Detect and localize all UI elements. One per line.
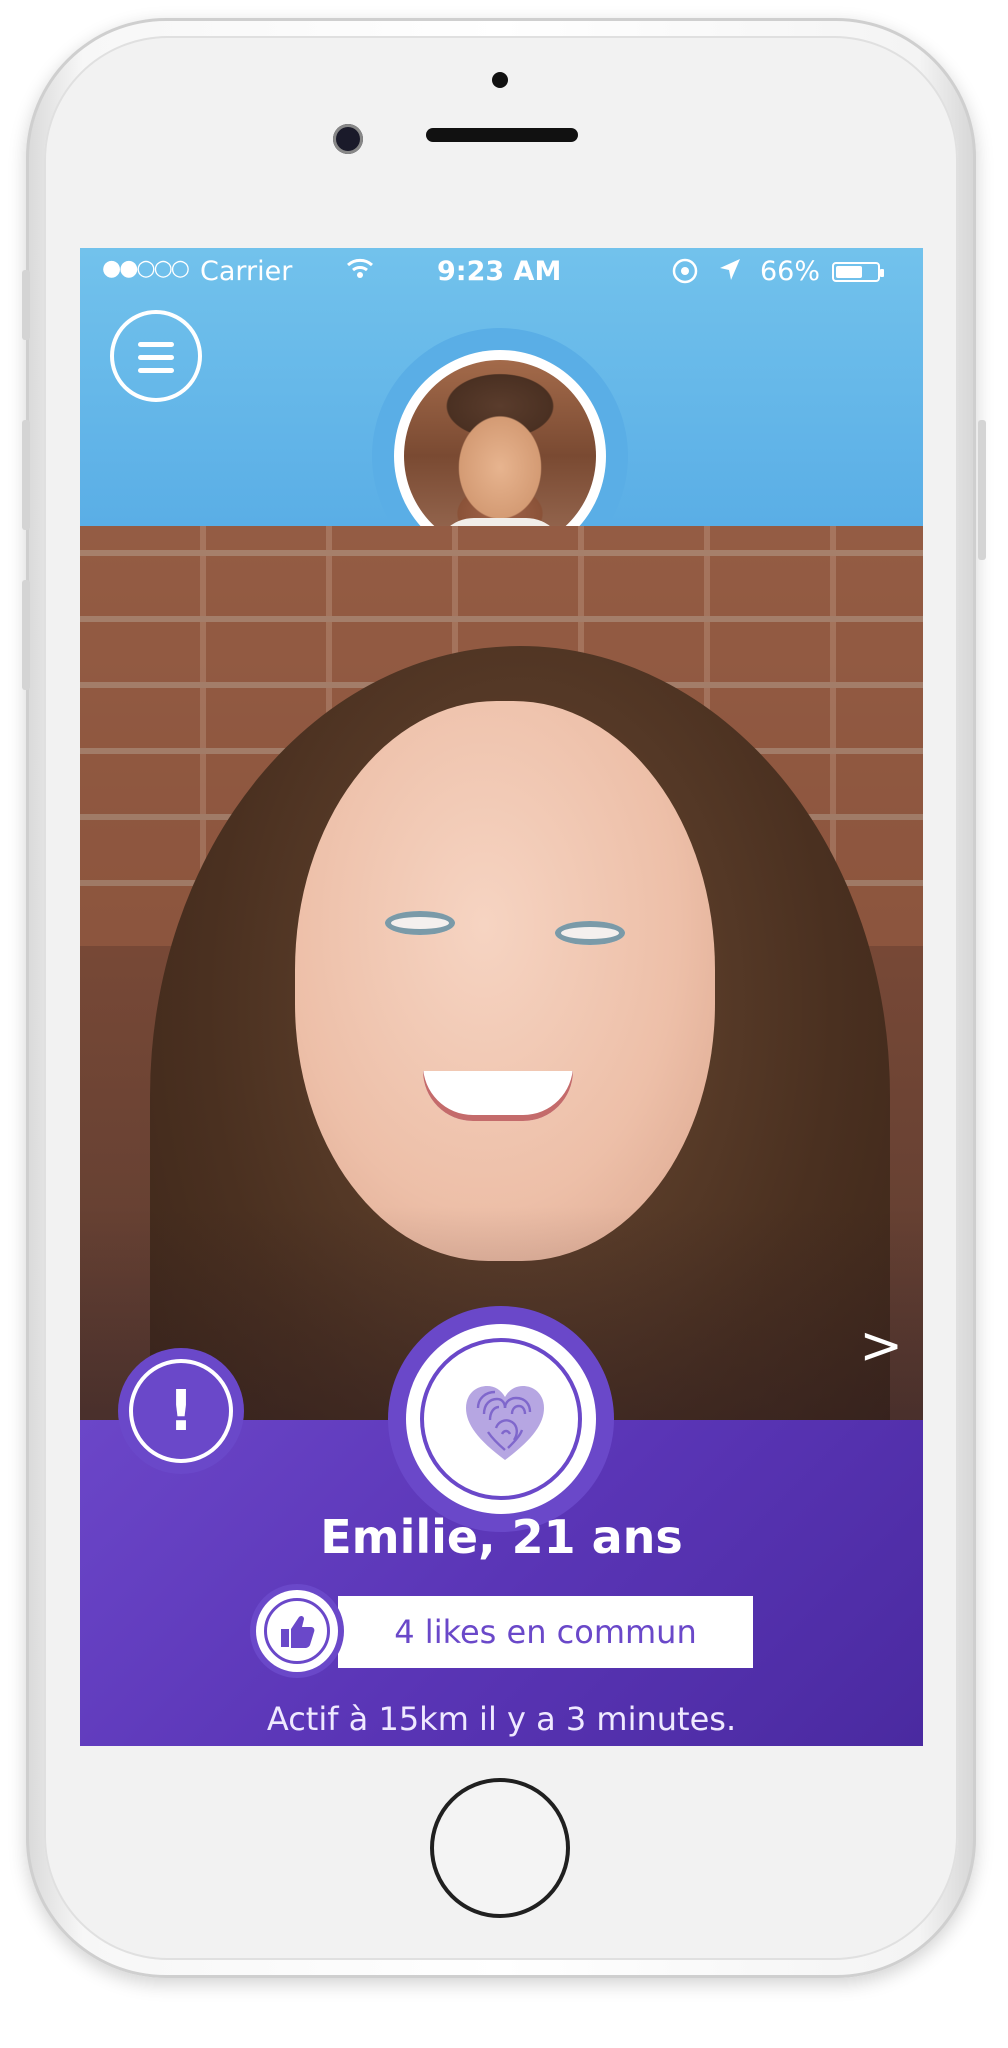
proximity-sensor — [492, 72, 508, 88]
battery-icon — [832, 262, 884, 282]
header-bar: ●●○○○ Carrier 9:23 AM 66% — [80, 248, 923, 584]
volume-down-button — [22, 580, 30, 690]
report-button[interactable]: ! — [118, 1348, 244, 1474]
like-badge — [250, 1584, 344, 1678]
wifi-icon — [345, 256, 375, 287]
rotation-lock-icon — [670, 256, 700, 293]
thumbs-up-icon — [281, 1615, 315, 1648]
status-time: 9:23 AM — [437, 256, 562, 287]
front-camera — [333, 124, 363, 154]
common-likes-label: 4 likes en commun — [338, 1596, 753, 1668]
avatar-photo — [404, 360, 596, 552]
profile-photo[interactable] — [80, 526, 923, 1426]
signal-dots: ●●○○○ — [102, 256, 190, 281]
common-likes-row[interactable]: 4 likes en commun — [250, 1584, 753, 1678]
mute-switch — [22, 270, 30, 340]
earpiece-speaker — [426, 128, 578, 142]
carrier-name: Carrier — [200, 256, 293, 287]
exclamation-icon: ! — [129, 1359, 233, 1463]
activity-status: Actif à 15km il y a 3 minutes. — [266, 1700, 737, 1738]
next-profile-arrow[interactable]: > — [859, 1320, 903, 1372]
profile-name-age: Emilie, 21 ans — [320, 1510, 683, 1564]
menu-button[interactable] — [110, 310, 202, 402]
status-bar: ●●○○○ Carrier 9:23 AM 66% — [80, 248, 923, 292]
fingerprint-like-button[interactable] — [388, 1306, 614, 1532]
battery-level — [836, 266, 863, 278]
home-button[interactable] — [430, 1778, 570, 1918]
power-button — [978, 420, 986, 560]
app-screen: ●●○○○ Carrier 9:23 AM 66% > ! Emilie, 21… — [80, 248, 923, 1746]
battery-percentage: 66% — [760, 256, 821, 287]
location-arrow-icon — [716, 256, 744, 291]
fingerprint-heart-icon — [466, 1386, 544, 1460]
volume-up-button — [22, 420, 30, 530]
